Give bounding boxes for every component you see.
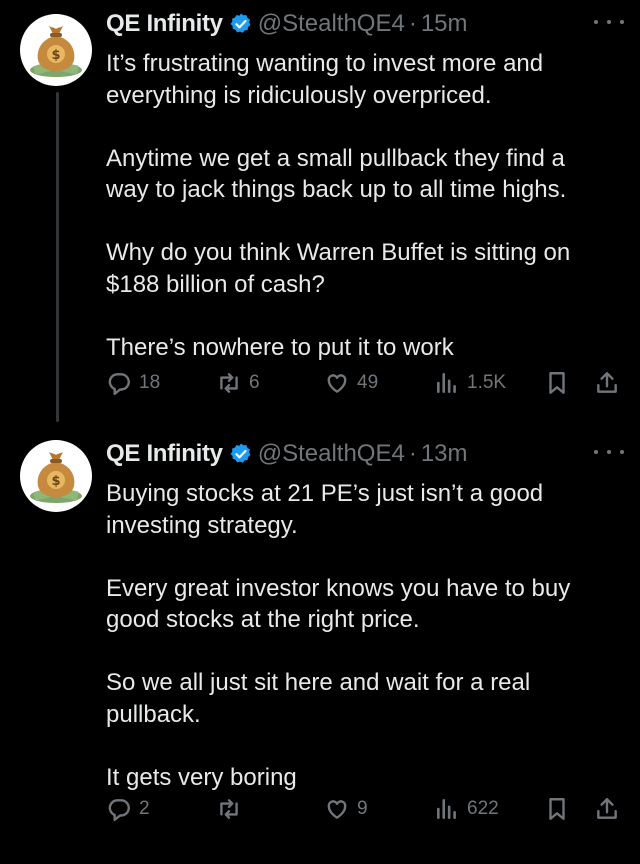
repost-button[interactable]: 6	[216, 366, 260, 400]
action-bar: 18 6 49 1.5K	[106, 366, 626, 400]
avatar[interactable]: $	[20, 14, 92, 86]
svg-text:$: $	[51, 48, 60, 63]
bookmark-icon	[549, 798, 565, 820]
reply-count: 18	[139, 372, 161, 393]
like-count: 9	[357, 798, 368, 819]
views-count: 622	[467, 798, 499, 819]
share-icon	[597, 798, 617, 819]
views-icon	[437, 373, 456, 393]
like-icon	[327, 374, 347, 393]
tweet-paragraph: Why do you think Warren Buffet is sittin…	[106, 239, 571, 298]
bookmark-icon	[549, 372, 565, 394]
like-button[interactable]: 49	[324, 366, 378, 400]
like-icon	[327, 800, 347, 819]
action-bar: 2 9 622	[106, 792, 626, 826]
reply-icon	[108, 373, 130, 396]
tweet-paragraph: It gets very boring	[106, 763, 297, 791]
tweet-paragraph: Every great investor knows you have to b…	[106, 574, 571, 634]
tweet-paragraph: There’s nowhere to put it to work	[106, 333, 454, 361]
share-button[interactable]	[594, 366, 620, 400]
tweet-header: QE Infinity @StealthQE4 · 15m	[106, 6, 468, 42]
thread-connector-line	[56, 92, 59, 422]
views-button[interactable]: 1.5K	[434, 366, 506, 400]
reply-count: 2	[139, 798, 150, 819]
tweet-paragraph: So we all just sit here and wait for a r…	[106, 669, 531, 728]
money-bag-icon: $	[30, 26, 82, 77]
more-icon[interactable]	[594, 12, 624, 32]
tweet-header: QE Infinity @StealthQE4 · 13m	[106, 436, 468, 472]
author-name[interactable]: QE Infinity	[106, 440, 223, 468]
views-count: 1.5K	[467, 372, 507, 393]
tweet-paragraph: Anytime we get a small pullback they fin…	[106, 144, 567, 204]
separator-dot: ·	[408, 440, 417, 467]
timestamp[interactable]: 13m	[421, 440, 468, 468]
tweet-paragraph: Buying stocks at 21 PE’s just isn’t a go…	[106, 480, 544, 539]
tweet-paragraph: It’s frustrating wanting to invest more …	[106, 50, 544, 109]
tweet-text: It’s frustrating wanting to invest more …	[106, 48, 611, 363]
tweet-text: Buying stocks at 21 PE’s just isn’t a go…	[106, 478, 611, 793]
author-handle[interactable]: @StealthQE4	[258, 10, 405, 38]
repost-icon	[220, 799, 238, 819]
verified-badge-icon	[230, 13, 251, 33]
reply-button[interactable]: 18	[106, 366, 160, 400]
avatar[interactable]: $	[20, 440, 92, 512]
separator-dot: ·	[408, 10, 417, 37]
author-handle[interactable]: @StealthQE4	[258, 440, 405, 468]
bookmark-button[interactable]	[544, 366, 570, 400]
views-icon	[437, 799, 456, 819]
repost-icon	[220, 373, 238, 393]
share-button[interactable]	[594, 792, 620, 826]
repost-button[interactable]	[216, 792, 249, 826]
share-icon	[597, 372, 617, 393]
views-button[interactable]: 622	[434, 792, 499, 826]
reply-button[interactable]: 2	[106, 792, 150, 826]
reply-icon	[108, 799, 130, 822]
like-button[interactable]: 9	[324, 792, 368, 826]
like-count: 49	[357, 372, 379, 393]
svg-text:$: $	[51, 474, 60, 489]
repost-count: 6	[249, 372, 260, 393]
money-bag-icon: $	[30, 452, 82, 503]
author-name[interactable]: QE Infinity	[106, 10, 223, 38]
timestamp[interactable]: 15m	[421, 10, 468, 38]
more-icon[interactable]	[594, 442, 624, 462]
bookmark-button[interactable]	[544, 792, 570, 826]
verified-badge-icon	[230, 443, 251, 463]
